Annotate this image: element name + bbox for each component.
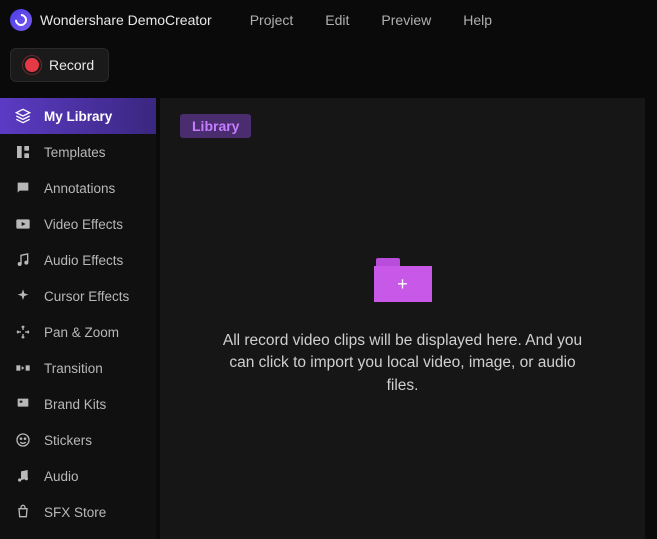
sidebar-item-label: Video Effects (44, 217, 123, 232)
main-menu: Project Edit Preview Help (250, 12, 492, 28)
sidebar-item-audio[interactable]: Audio (0, 458, 156, 494)
sidebar-item-my-library[interactable]: My Library (0, 98, 156, 134)
brand-kits-icon (14, 395, 32, 413)
empty-state: + All record video clips will be display… (180, 258, 625, 397)
menu-project[interactable]: Project (250, 12, 294, 28)
record-icon (25, 58, 39, 72)
sidebar-item-cursor-effects[interactable]: Cursor Effects (0, 278, 156, 314)
layers-icon (14, 107, 32, 125)
sidebar-item-pan-zoom[interactable]: Pan & Zoom (0, 314, 156, 350)
audio-icon (14, 467, 32, 485)
record-row: Record (0, 40, 657, 98)
sidebar-item-label: Templates (44, 145, 106, 160)
sidebar-item-annotations[interactable]: Annotations (0, 170, 156, 206)
menu-preview[interactable]: Preview (381, 12, 431, 28)
sidebar-item-label: Annotations (44, 181, 115, 196)
sidebar-item-label: Transition (44, 361, 103, 376)
sidebar-item-label: SFX Store (44, 505, 106, 520)
menu-help[interactable]: Help (463, 12, 492, 28)
sidebar-item-audio-effects[interactable]: Audio Effects (0, 242, 156, 278)
menu-edit[interactable]: Edit (325, 12, 349, 28)
video-effects-icon (14, 215, 32, 233)
sidebar-item-video-effects[interactable]: Video Effects (0, 206, 156, 242)
templates-icon (14, 143, 32, 161)
sidebar: My Library Templates Annotations Video E… (0, 98, 156, 539)
sidebar-item-label: Pan & Zoom (44, 325, 119, 340)
sidebar-item-label: Cursor Effects (44, 289, 129, 304)
sidebar-item-brand-kits[interactable]: Brand Kits (0, 386, 156, 422)
sidebar-item-label: Audio (44, 469, 79, 484)
cursor-effects-icon (14, 287, 32, 305)
audio-effects-icon (14, 251, 32, 269)
sidebar-item-label: My Library (44, 109, 112, 124)
empty-state-text: All record video clips will be displayed… (223, 330, 583, 397)
main-area: My Library Templates Annotations Video E… (0, 98, 657, 539)
app-title: Wondershare DemoCreator (40, 12, 212, 28)
import-folder-button[interactable]: + (374, 258, 432, 302)
sidebar-item-label: Stickers (44, 433, 92, 448)
sidebar-item-label: Audio Effects (44, 253, 123, 268)
record-button[interactable]: Record (10, 48, 109, 82)
topbar: Wondershare DemoCreator Project Edit Pre… (0, 0, 657, 40)
sidebar-item-sfx-store[interactable]: SFX Store (0, 494, 156, 530)
transition-icon (14, 359, 32, 377)
content-panel: Library + All record video clips will be… (160, 98, 645, 539)
library-badge: Library (180, 114, 251, 138)
annotations-icon (14, 179, 32, 197)
plus-icon: + (374, 266, 432, 302)
app-logo (10, 9, 32, 31)
pan-zoom-icon (14, 323, 32, 341)
sidebar-item-label: Brand Kits (44, 397, 106, 412)
stickers-icon (14, 431, 32, 449)
sidebar-item-transition[interactable]: Transition (0, 350, 156, 386)
sidebar-item-stickers[interactable]: Stickers (0, 422, 156, 458)
sidebar-item-templates[interactable]: Templates (0, 134, 156, 170)
sfx-store-icon (14, 503, 32, 521)
record-label: Record (49, 57, 94, 73)
